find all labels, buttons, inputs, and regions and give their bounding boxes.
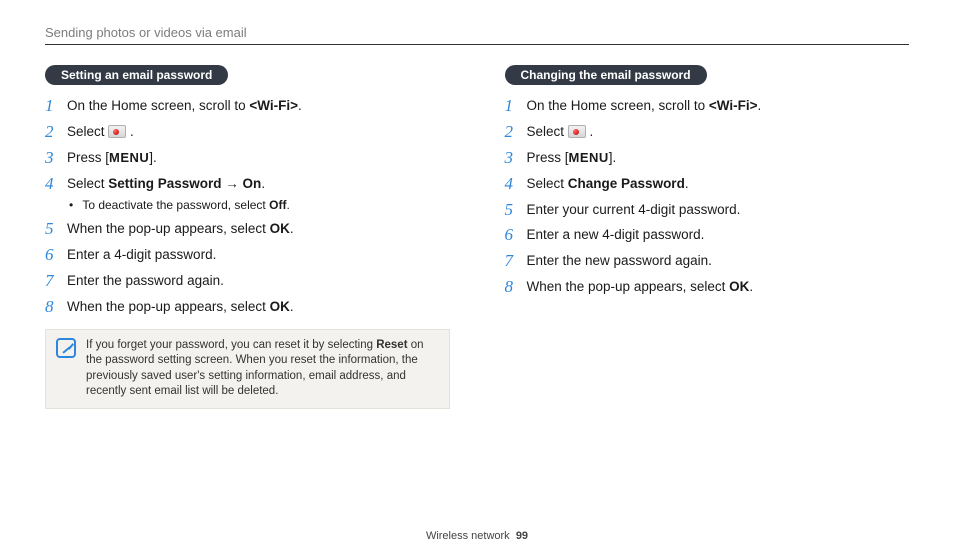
- right-column: Changing the email password On the Home …: [505, 65, 910, 409]
- step-text: Select: [527, 124, 565, 139]
- off-label: Off: [269, 198, 286, 212]
- step-item: Select .: [505, 123, 910, 142]
- step-item: When the pop-up appears, select OK.: [45, 220, 450, 239]
- email-app-icon: [568, 125, 586, 138]
- step-text: .: [290, 221, 294, 236]
- step-text: Press [: [527, 150, 569, 165]
- reset-label: Reset: [376, 339, 407, 351]
- email-app-icon: [108, 125, 126, 138]
- page-header: Sending photos or videos via email: [45, 25, 909, 45]
- note-part: If you forget your password, you can res…: [86, 339, 376, 351]
- setting-password-label: Setting Password → On: [108, 176, 261, 191]
- step-item: When the pop-up appears, select OK.: [45, 298, 450, 317]
- footer-page-number: 99: [516, 530, 528, 542]
- steps-list-right: On the Home screen, scroll to <Wi-Fi>. S…: [505, 97, 910, 297]
- step-text: On the Home screen, scroll to: [527, 98, 709, 113]
- step-text: .: [290, 299, 294, 314]
- page-footer: Wireless network 99: [0, 530, 954, 542]
- step-text: .: [757, 98, 761, 113]
- step-text: Select: [67, 124, 105, 139]
- step-item: Select Change Password.: [505, 175, 910, 194]
- content-columns: Setting an email password On the Home sc…: [45, 65, 909, 409]
- steps-list-left: On the Home screen, scroll to <Wi-Fi>. S…: [45, 97, 450, 317]
- wifi-label: <Wi-Fi>: [249, 98, 298, 113]
- step-item: Enter your current 4-digit password.: [505, 201, 910, 220]
- step-text: Press [: [67, 150, 109, 165]
- step-text: .: [685, 176, 689, 191]
- ok-label: OK: [270, 299, 290, 314]
- step-text: Select: [527, 176, 568, 191]
- menu-icon: MENU: [109, 150, 149, 165]
- step-text: On the Home screen, scroll to: [67, 98, 249, 113]
- section-pill-changing: Changing the email password: [505, 65, 707, 85]
- sub-bullet: To deactivate the password, select Off.: [67, 197, 450, 214]
- step-item: Enter a 4-digit password.: [45, 246, 450, 265]
- step-item: Press [MENU].: [45, 149, 450, 168]
- menu-icon: MENU: [569, 150, 609, 165]
- step-item: When the pop-up appears, select OK.: [505, 278, 910, 297]
- section-pill-setting: Setting an email password: [45, 65, 228, 85]
- step-item: Press [MENU].: [505, 149, 910, 168]
- step-item: Enter the password again.: [45, 272, 450, 291]
- step-item: Select .: [45, 123, 450, 142]
- step-text: .: [298, 98, 302, 113]
- note-box: If you forget your password, you can res…: [45, 329, 450, 409]
- step-text: When the pop-up appears, select: [527, 279, 730, 294]
- step-text: ].: [609, 150, 617, 165]
- step-text: .: [261, 176, 265, 191]
- step-item: Enter a new 4-digit password.: [505, 226, 910, 245]
- ok-label: OK: [729, 279, 749, 294]
- step-item: Select Setting Password → On. To deactiv…: [45, 175, 450, 214]
- change-password-label: Change Password: [568, 176, 685, 191]
- step-text: .: [749, 279, 753, 294]
- ok-label: OK: [270, 221, 290, 236]
- step-item: On the Home screen, scroll to <Wi-Fi>.: [505, 97, 910, 116]
- left-column: Setting an email password On the Home sc…: [45, 65, 450, 409]
- footer-section: Wireless network: [426, 530, 510, 542]
- step-text: .: [586, 124, 594, 139]
- note-icon: [56, 338, 76, 358]
- sub-text: To deactivate the password, select: [82, 198, 269, 212]
- wifi-label: <Wi-Fi>: [709, 98, 758, 113]
- step-text: When the pop-up appears, select: [67, 299, 270, 314]
- step-item: On the Home screen, scroll to <Wi-Fi>.: [45, 97, 450, 116]
- step-text: When the pop-up appears, select: [67, 221, 270, 236]
- sub-text: .: [286, 198, 289, 212]
- step-text: .: [126, 124, 134, 139]
- step-text: ].: [149, 150, 157, 165]
- note-text: If you forget your password, you can res…: [86, 338, 439, 400]
- step-text: Select: [67, 176, 108, 191]
- step-item: Enter the new password again.: [505, 252, 910, 271]
